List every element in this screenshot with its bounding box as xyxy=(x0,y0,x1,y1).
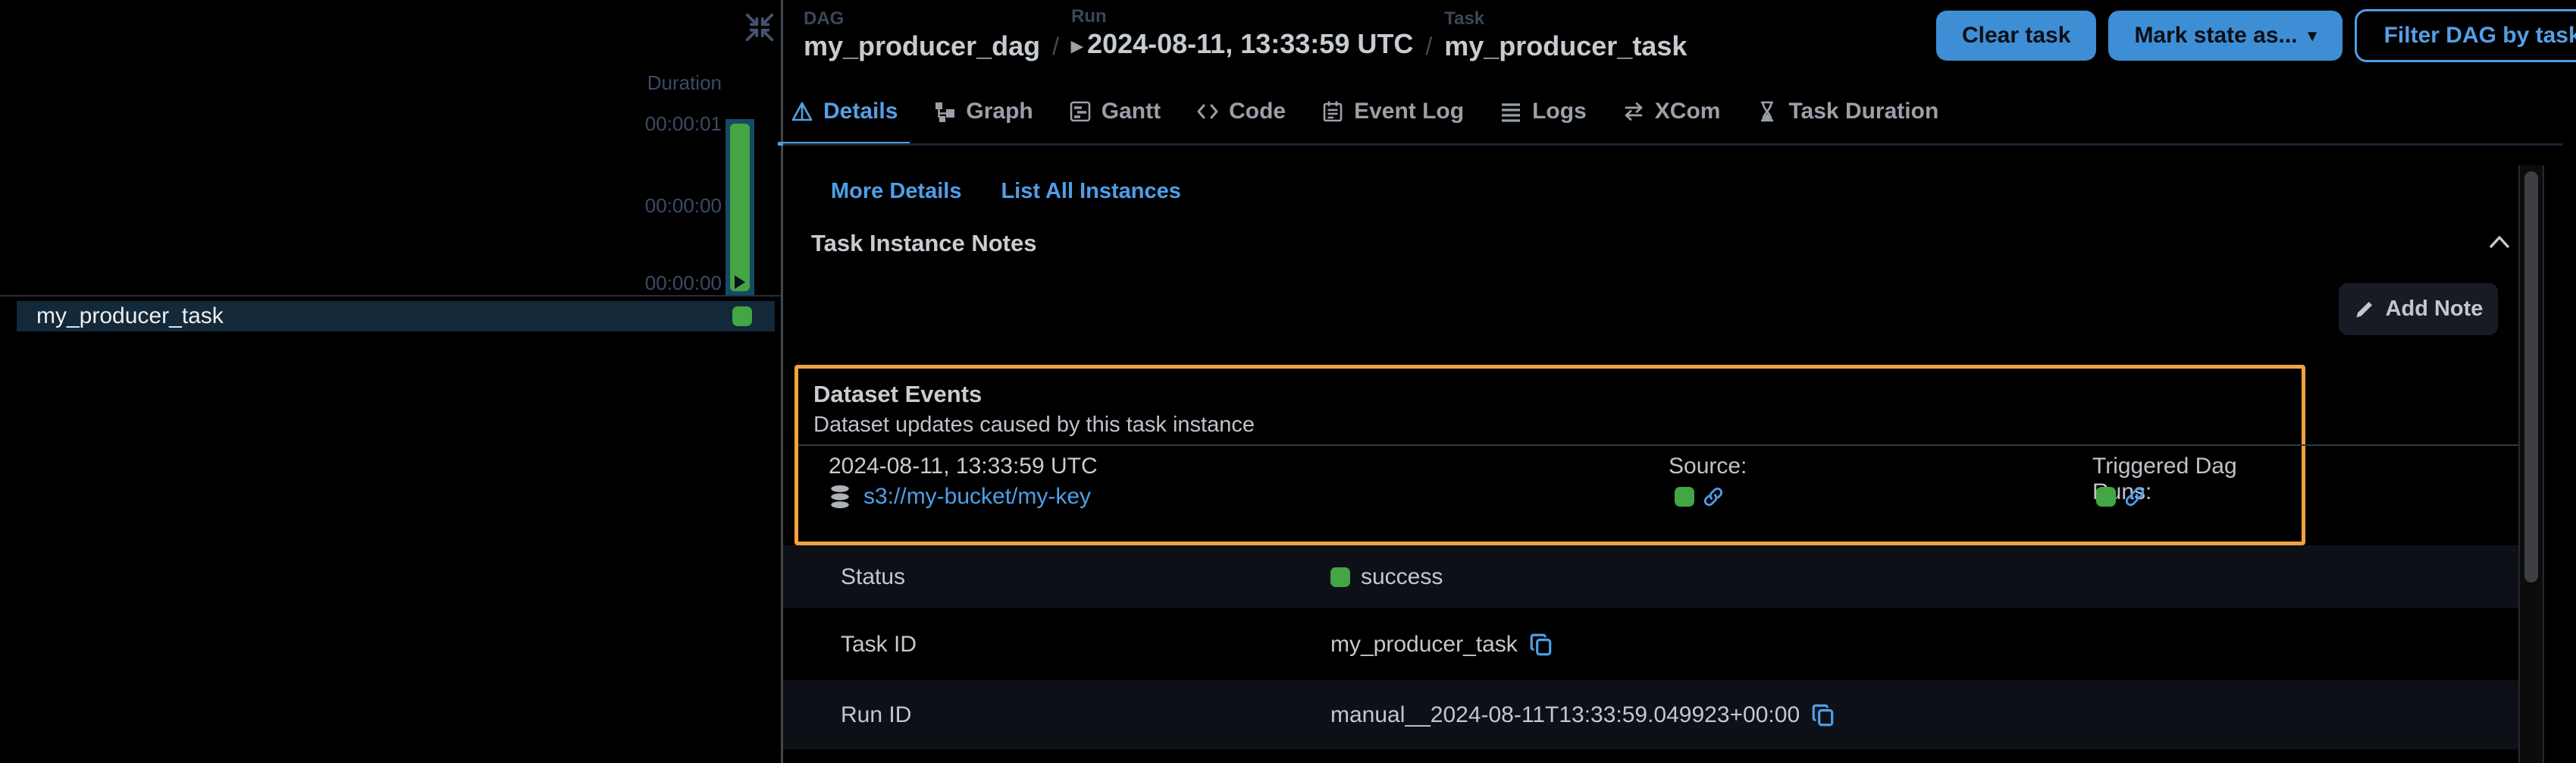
table-row-status: Status success xyxy=(783,545,2519,608)
event-log-icon xyxy=(1321,99,1345,124)
collapse-panel-icon[interactable] xyxy=(744,12,775,42)
link-icon[interactable] xyxy=(2123,485,2146,508)
code-icon xyxy=(1196,99,1220,124)
copy-icon[interactable] xyxy=(1528,632,1554,658)
filter-dag-by-task-button[interactable]: Filter DAG by task ▾ xyxy=(2355,9,2576,62)
task-row-label: my_producer_task xyxy=(36,303,224,329)
copy-icon[interactable] xyxy=(1810,702,1836,728)
duration-tick-2: 00:00:00 xyxy=(531,194,722,218)
dataset-events-card: Dataset Events Dataset updates caused by… xyxy=(794,365,2305,545)
tab-xcom[interactable]: XCom xyxy=(1609,79,1733,144)
grid-panel: Duration 00:00:01 00:00:00 00:00:00 my_p… xyxy=(0,0,781,763)
source-run-status-square xyxy=(1675,487,1694,507)
detail-links: More Details List All Instances xyxy=(831,179,1181,204)
clear-task-button[interactable]: Clear task xyxy=(1936,11,2096,61)
airflow-task-instance-page: Duration 00:00:01 00:00:00 00:00:00 my_p… xyxy=(0,0,2576,763)
breadcrumb-separator: / xyxy=(1052,30,1059,63)
dataset-events-subtitle: Dataset updates caused by this task inst… xyxy=(813,413,1255,438)
breadcrumb-task-value[interactable]: my_producer_task xyxy=(1444,30,1687,63)
graph-icon xyxy=(932,99,957,124)
tab-logs[interactable]: Logs xyxy=(1487,79,1599,144)
mark-state-button[interactable]: Mark state as... ▾ xyxy=(2108,11,2342,61)
task-row-my-producer-task[interactable]: my_producer_task xyxy=(17,301,775,331)
tab-event-log[interactable]: Event Log xyxy=(1308,79,1476,144)
dataset-uri-link[interactable]: s3://my-bucket/my-key xyxy=(863,484,1091,510)
manual-run-triangle-icon xyxy=(735,275,745,289)
triggered-run-status-square xyxy=(2096,487,2116,507)
task-id-label: Task ID xyxy=(841,632,917,658)
tab-details[interactable]: Details xyxy=(778,79,910,144)
task-instance-notes-title: Task Instance Notes xyxy=(811,230,1036,257)
breadcrumb-dag-value[interactable]: my_producer_dag xyxy=(804,30,1040,63)
gantt-icon xyxy=(1068,99,1092,124)
more-details-link[interactable]: More Details xyxy=(831,179,961,204)
list-all-instances-link[interactable]: List All Instances xyxy=(1001,179,1180,204)
breadcrumb-run-value[interactable]: ▸2024-08-11, 13:33:59 UTC xyxy=(1071,27,1413,63)
dataset-table-divider xyxy=(798,444,2519,446)
table-row-run-id: Run ID manual__2024-08-11T13:33:59.04992… xyxy=(783,680,2519,749)
duration-tick-3: 00:00:00 xyxy=(531,272,722,295)
tab-code[interactable]: Code xyxy=(1183,79,1298,144)
table-row-task-id: Task ID my_producer_task xyxy=(783,608,2519,680)
status-label: Status xyxy=(841,564,905,590)
run-id-label: Run ID xyxy=(841,702,911,728)
tab-task-duration[interactable]: Task Duration xyxy=(1743,79,1951,144)
breadcrumb-separator: / xyxy=(1425,30,1432,63)
dataset-events-title: Dataset Events xyxy=(813,381,982,408)
logs-icon xyxy=(1499,99,1523,124)
breadcrumb: DAG my_producer_dag / Run ▸2024-08-11, 1… xyxy=(804,6,1687,63)
run-id-value: manual__2024-08-11T13:33:59.049923+00:00 xyxy=(1330,702,1800,728)
add-note-button[interactable]: Add Note xyxy=(2339,283,2498,335)
breadcrumb-run-label: Run xyxy=(1071,6,1413,27)
source-column-header: Source: xyxy=(1669,454,1747,479)
hourglass-icon xyxy=(1755,99,1779,124)
tab-gantt[interactable]: Gantt xyxy=(1056,79,1173,144)
task-id-value: my_producer_task xyxy=(1330,632,1518,658)
xcom-icon xyxy=(1622,99,1646,124)
caret-down-icon: ▾ xyxy=(2308,27,2317,44)
dataset-event-timestamp: 2024-08-11, 13:33:59 UTC xyxy=(829,454,1098,479)
status-success-square xyxy=(1330,567,1350,587)
duration-tick-1: 00:00:01 xyxy=(531,112,722,136)
tab-bar: Details Graph Gantt Code xyxy=(778,79,1951,144)
tabs-bottom-border xyxy=(783,143,2562,146)
grid-axis-divider xyxy=(0,295,781,297)
collapse-notes-chevron-up-icon[interactable] xyxy=(2487,232,2512,252)
run-type-play-icon: ▸ xyxy=(1071,33,1083,58)
vertical-scrollbar-thumb[interactable] xyxy=(2524,171,2538,582)
source-run-cell xyxy=(1675,485,1725,508)
task-status-square xyxy=(732,306,752,326)
breadcrumb-dag-label: DAG xyxy=(804,8,1040,30)
database-icon xyxy=(827,484,853,510)
pencil-icon xyxy=(2354,299,2375,320)
details-icon xyxy=(790,99,814,124)
status-value: success xyxy=(1361,564,1443,590)
link-icon[interactable] xyxy=(1702,485,1725,508)
triggered-run-cell xyxy=(2096,485,2146,508)
duration-bar[interactable] xyxy=(730,124,750,291)
header-actions: Clear task Mark state as... ▾ Filter DAG… xyxy=(1936,9,2576,62)
breadcrumb-task-label: Task xyxy=(1444,8,1687,30)
tab-graph[interactable]: Graph xyxy=(920,79,1045,144)
duration-axis-title: Duration xyxy=(599,71,722,95)
